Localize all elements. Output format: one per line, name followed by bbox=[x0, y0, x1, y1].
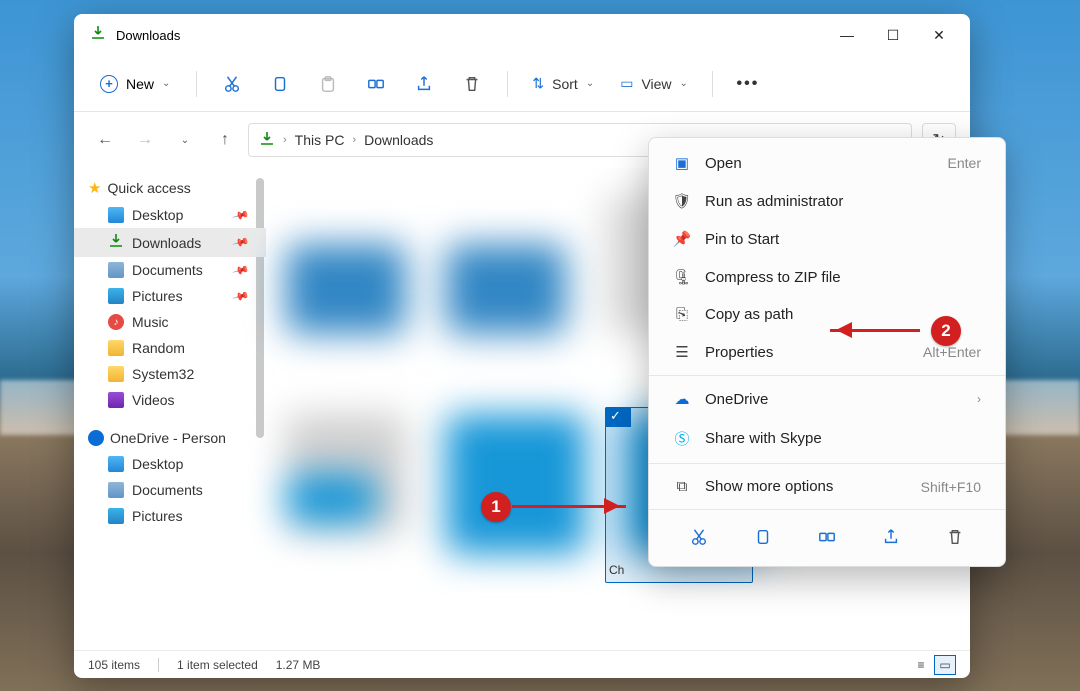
close-button[interactable]: ✕ bbox=[916, 19, 962, 51]
onedrive-icon bbox=[88, 430, 104, 446]
recent-button[interactable]: ⌄ bbox=[168, 123, 202, 157]
folder-icon bbox=[108, 366, 124, 382]
videos-icon bbox=[108, 392, 124, 408]
desktop-icon bbox=[108, 207, 124, 223]
context-menu: ▣OpenEnter 🛡Run as administrator 📌Pin to… bbox=[648, 137, 1006, 567]
annotation-1: 1 bbox=[481, 492, 511, 522]
downloads-icon bbox=[108, 233, 124, 252]
downloads-icon bbox=[90, 25, 106, 46]
new-button[interactable]: + New ⌄ bbox=[88, 69, 182, 99]
onedrive-icon: ☁ bbox=[673, 390, 691, 408]
music-icon: ♪ bbox=[108, 314, 124, 330]
copy-icon[interactable] bbox=[259, 66, 301, 102]
minimize-button[interactable]: — bbox=[824, 19, 870, 51]
details-view-button[interactable]: ≡ bbox=[910, 655, 932, 675]
ctx-onedrive[interactable]: ☁OneDrive› bbox=[649, 380, 1005, 418]
sidebar-onedrive-pictures[interactable]: Pictures bbox=[88, 503, 266, 529]
selection-size: 1.27 MB bbox=[276, 658, 321, 672]
star-icon: ★ bbox=[88, 179, 101, 197]
forward-button[interactable]: → bbox=[128, 123, 162, 157]
annotation-arrow-1 bbox=[512, 505, 626, 508]
properties-icon: ☰ bbox=[673, 343, 691, 361]
sidebar: ★ Quick access Desktop📌 Downloads📌 Docum… bbox=[74, 168, 266, 650]
document-icon bbox=[108, 482, 124, 498]
back-button[interactable]: ← bbox=[88, 123, 122, 157]
sidebar-item-random[interactable]: Random bbox=[88, 335, 266, 361]
ctx-run-admin[interactable]: 🛡Run as administrator bbox=[649, 182, 1005, 220]
breadcrumb-root[interactable]: This PC bbox=[295, 132, 345, 148]
folder-icon bbox=[108, 340, 124, 356]
view-button[interactable]: ▭ View ⌄ bbox=[610, 69, 698, 98]
up-button[interactable]: ↑ bbox=[208, 123, 242, 157]
more-icon[interactable]: ••• bbox=[727, 66, 769, 102]
titlebar[interactable]: Downloads — ☐ ✕ bbox=[74, 14, 970, 56]
annotation-2: 2 bbox=[931, 316, 961, 346]
share-icon[interactable] bbox=[403, 66, 445, 102]
breadcrumb-folder[interactable]: Downloads bbox=[364, 132, 433, 148]
delete-icon[interactable] bbox=[942, 524, 968, 550]
sidebar-item-music[interactable]: ♪Music bbox=[88, 309, 266, 335]
cut-icon[interactable] bbox=[211, 66, 253, 102]
thumbnails-view-button[interactable]: ▭ bbox=[934, 655, 956, 675]
chevron-down-icon: ⌄ bbox=[162, 78, 170, 89]
shield-icon: 🛡 bbox=[673, 192, 691, 210]
pin-icon: 📌 bbox=[673, 230, 691, 248]
skype-icon: Ⓢ bbox=[673, 428, 691, 449]
ctx-more-options[interactable]: ⧉Show more optionsShift+F10 bbox=[649, 468, 1005, 505]
sidebar-item-system32[interactable]: System32 bbox=[88, 361, 266, 387]
cut-icon[interactable] bbox=[686, 524, 712, 550]
chevron-down-icon: ⌄ bbox=[586, 78, 594, 89]
path-icon: ⎘ bbox=[673, 306, 691, 323]
copy-icon[interactable] bbox=[750, 524, 776, 550]
window-title: Downloads bbox=[116, 28, 824, 43]
pin-icon: 📌 bbox=[232, 287, 250, 305]
sidebar-item-documents[interactable]: Documents📌 bbox=[88, 257, 266, 283]
sidebar-item-pictures[interactable]: Pictures📌 bbox=[88, 283, 266, 309]
view-icon: ▭ bbox=[620, 75, 633, 92]
rename-icon[interactable] bbox=[814, 524, 840, 550]
ctx-compress[interactable]: 🗜Compress to ZIP file bbox=[649, 258, 1005, 296]
sort-icon: ⇅ bbox=[532, 75, 544, 92]
sidebar-item-downloads[interactable]: Downloads📌 bbox=[74, 228, 266, 257]
downloads-icon bbox=[259, 131, 275, 150]
ctx-skype[interactable]: ⓈShare with Skype bbox=[649, 418, 1005, 459]
status-bar: 105 items 1 item selected 1.27 MB ≡ ▭ bbox=[74, 650, 970, 678]
chevron-down-icon: ⌄ bbox=[680, 78, 688, 89]
ctx-quick-actions bbox=[649, 514, 1005, 560]
ctx-pin-start[interactable]: 📌Pin to Start bbox=[649, 220, 1005, 258]
pin-icon: 📌 bbox=[232, 261, 250, 279]
item-count: 105 items bbox=[88, 658, 140, 672]
paste-icon[interactable] bbox=[307, 66, 349, 102]
sidebar-item-videos[interactable]: Videos bbox=[88, 387, 266, 413]
selected-filename: Ch bbox=[609, 563, 624, 577]
maximize-button[interactable]: ☐ bbox=[870, 19, 916, 51]
chevron-right-icon: › bbox=[977, 392, 981, 406]
pin-icon: 📌 bbox=[232, 233, 250, 251]
selection-info: 1 item selected bbox=[177, 658, 258, 672]
quick-access-header[interactable]: ★ Quick access bbox=[88, 174, 266, 202]
sidebar-item-desktop[interactable]: Desktop📌 bbox=[88, 202, 266, 228]
delete-icon[interactable] bbox=[451, 66, 493, 102]
plus-circle-icon: + bbox=[100, 75, 118, 93]
annotation-arrow-2 bbox=[830, 329, 920, 332]
sort-button[interactable]: ⇅ Sort ⌄ bbox=[522, 69, 604, 98]
more-icon: ⧉ bbox=[673, 478, 691, 495]
document-icon bbox=[108, 262, 124, 278]
ctx-open[interactable]: ▣OpenEnter bbox=[649, 144, 1005, 182]
pictures-icon bbox=[108, 508, 124, 524]
zip-icon: 🗜 bbox=[673, 268, 691, 286]
pictures-icon bbox=[108, 288, 124, 304]
rename-icon[interactable] bbox=[355, 66, 397, 102]
toolbar: + New ⌄ ⇅ Sort ⌄ ▭ View ⌄ ••• bbox=[74, 56, 970, 112]
onedrive-header[interactable]: OneDrive - Person bbox=[88, 425, 266, 451]
share-icon[interactable] bbox=[878, 524, 904, 550]
selection-checkbox[interactable] bbox=[605, 407, 631, 427]
open-icon: ▣ bbox=[673, 154, 691, 172]
pin-icon: 📌 bbox=[232, 206, 250, 224]
desktop-icon bbox=[108, 456, 124, 472]
sidebar-onedrive-documents[interactable]: Documents bbox=[88, 477, 266, 503]
sidebar-onedrive-desktop[interactable]: Desktop bbox=[88, 451, 266, 477]
